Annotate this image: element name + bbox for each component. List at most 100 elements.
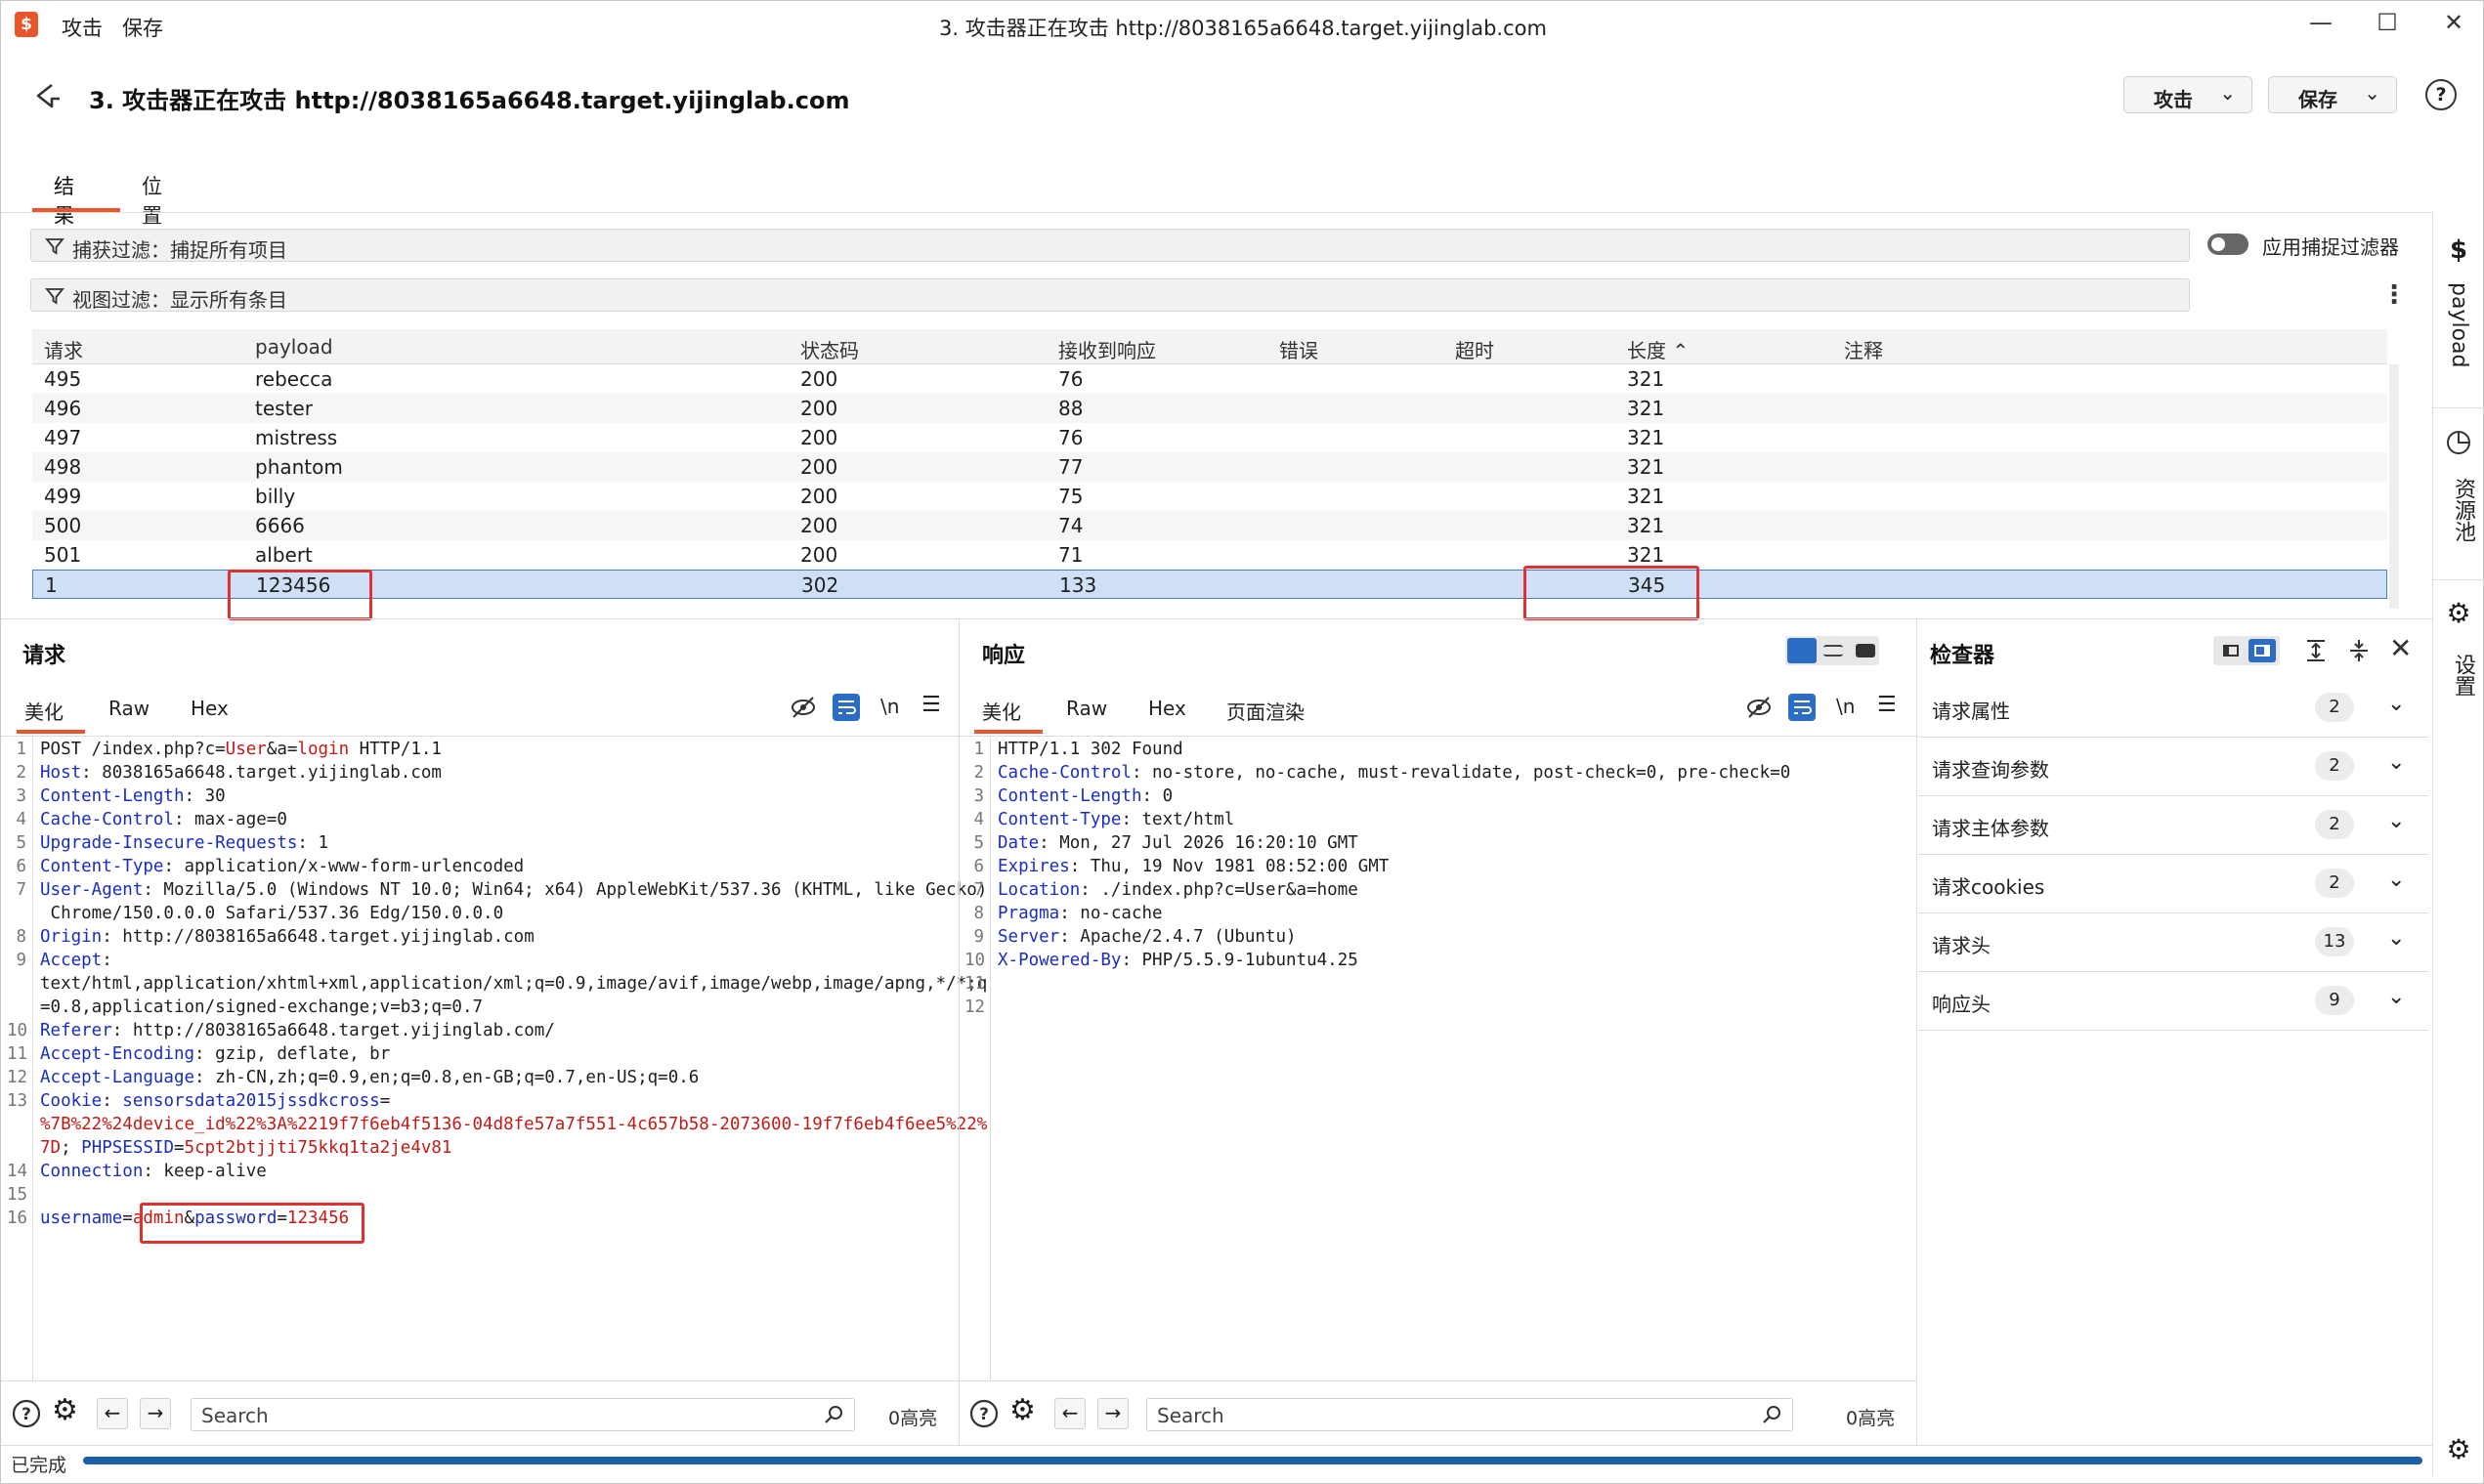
- code-line: text/html,application/xhtml+xml,applicat…: [40, 972, 987, 996]
- hide-nonprintable-icon[interactable]: [1744, 693, 1774, 722]
- col-timeout[interactable]: 超时: [1455, 335, 1494, 363]
- table-row[interactable]: 499 billy 200 75 321: [32, 482, 2387, 511]
- inspector-section-label: 响应头: [1932, 993, 1991, 1016]
- chevron-down-icon[interactable]: ⌄: [2387, 692, 2405, 716]
- table-row[interactable]: 501 albert 200 71 321: [32, 540, 2387, 570]
- col-response-received[interactable]: 接收到响应: [1058, 335, 1156, 363]
- inspector-right-icon[interactable]: [2248, 639, 2276, 662]
- inspector-section[interactable]: 请求属性 2 ⌄: [1918, 679, 2428, 738]
- wrap-lines-icon[interactable]: [1787, 693, 1817, 722]
- cell-resp: 133: [1059, 573, 1097, 597]
- capture-filter-bar[interactable]: 捕获过滤：捕捉所有项目: [30, 229, 2190, 262]
- request-search-input[interactable]: Search: [191, 1398, 855, 1431]
- col-request[interactable]: 请求: [44, 335, 83, 363]
- cell-req: 495: [44, 367, 82, 391]
- payload-icon[interactable]: $: [2445, 235, 2472, 265]
- sidebar-settings[interactable]: 设置: [2447, 654, 2478, 697]
- req-tab-hex[interactable]: Hex: [191, 697, 229, 720]
- view-filter-bar[interactable]: 视图过滤：显示所有条目: [30, 278, 2190, 312]
- side-by-side-layout-icon[interactable]: [1787, 638, 1817, 663]
- panel-divider[interactable]: [959, 619, 960, 1446]
- menu-icon[interactable]: ☰: [1877, 693, 1897, 717]
- table-scrollbar[interactable]: [2389, 364, 2399, 609]
- minimize-icon[interactable]: —: [2301, 9, 2340, 36]
- resp-tab-raw[interactable]: Raw: [1066, 697, 1107, 720]
- line-number: 11: [7, 1044, 28, 1064]
- inspector-section[interactable]: 请求查询参数 2 ⌄: [1918, 738, 2428, 796]
- prev-match-button[interactable]: ←: [97, 1398, 128, 1429]
- line-number: 12: [7, 1068, 28, 1087]
- chevron-down-icon[interactable]: ⌄: [2387, 809, 2405, 833]
- inspector-section[interactable]: 请求主体参数 2 ⌄: [1918, 796, 2428, 855]
- col-error[interactable]: 错误: [1279, 335, 1318, 363]
- line-number: 5: [973, 833, 984, 853]
- resp-tab-hex[interactable]: Hex: [1148, 697, 1186, 720]
- newline-toggle[interactable]: \n: [880, 695, 899, 718]
- help-icon[interactable]: ?: [11, 1398, 42, 1429]
- inspector-section[interactable]: 响应头 9 ⌄: [1918, 972, 2428, 1031]
- tab-positions[interactable]: 位置: [142, 171, 162, 230]
- hide-nonprintable-icon[interactable]: [789, 693, 818, 722]
- resp-tab-render[interactable]: 页面渲染: [1226, 697, 1305, 725]
- req-tab-raw[interactable]: Raw: [108, 697, 150, 720]
- code-token: : 30: [184, 786, 226, 806]
- menu-icon[interactable]: ☰: [921, 693, 941, 717]
- line-number: 6: [16, 857, 26, 876]
- inspector-left-icon[interactable]: [2217, 639, 2245, 662]
- attack-dropdown-button[interactable]: 攻击 ⌄: [2123, 76, 2252, 113]
- sidebar-payload[interactable]: payload: [2447, 282, 2471, 367]
- newline-toggle[interactable]: \n: [1836, 695, 1855, 718]
- table-row[interactable]: 500 6666 200 74 321: [32, 511, 2387, 540]
- table-row-selected[interactable]: 1 123456 302 133 345: [32, 570, 2387, 599]
- response-search-input[interactable]: Search: [1146, 1398, 1793, 1431]
- panel-divider[interactable]: [1916, 619, 1917, 1446]
- tab-results[interactable]: 结果: [54, 171, 74, 230]
- code-line: Pragma: no-cache: [998, 902, 1163, 925]
- resp-tab-pretty[interactable]: 美化: [982, 697, 1021, 725]
- close-inspector-icon[interactable]: ✕: [2389, 632, 2412, 664]
- maximize-icon[interactable]: ☐: [2368, 9, 2407, 36]
- next-match-button[interactable]: →: [1097, 1398, 1129, 1429]
- table-header: 请求 payload 状态码 接收到响应 错误 超时 长度 ⌃ 注释: [32, 329, 2387, 364]
- sidebar-resource-pool[interactable]: 资源池: [2447, 478, 2478, 542]
- more-options-icon[interactable]: ⋮: [2381, 280, 2407, 310]
- gear-icon[interactable]: ⚙: [2445, 1433, 2472, 1465]
- inspector-section[interactable]: 请求cookies 2 ⌄: [1918, 855, 2428, 913]
- col-comment[interactable]: 注释: [1844, 335, 1883, 363]
- search-icon: [1763, 1406, 1780, 1423]
- next-match-button[interactable]: →: [140, 1398, 171, 1429]
- table-row[interactable]: 498 phantom 200 77 321: [32, 452, 2387, 482]
- single-layout-icon[interactable]: [1856, 644, 1875, 657]
- col-length[interactable]: 长度 ⌃: [1627, 335, 1689, 363]
- prev-match-button[interactable]: ←: [1054, 1398, 1086, 1429]
- gear-icon[interactable]: ⚙: [52, 1396, 83, 1427]
- chevron-down-icon[interactable]: ⌄: [2387, 750, 2405, 775]
- help-icon[interactable]: ?: [2425, 79, 2457, 110]
- col-payload[interactable]: payload: [255, 335, 333, 359]
- wrap-lines-icon[interactable]: [832, 693, 861, 722]
- close-icon[interactable]: ✕: [2434, 9, 2473, 36]
- gear-icon[interactable]: ⚙: [1009, 1396, 1041, 1427]
- resource-pool-icon[interactable]: [2445, 429, 2472, 456]
- chevron-down-icon[interactable]: ⌄: [2387, 868, 2405, 892]
- chevron-down-icon[interactable]: ⌄: [2387, 985, 2405, 1009]
- expand-all-icon[interactable]: [2301, 636, 2331, 665]
- stacked-layout-icon[interactable]: [1823, 645, 1843, 657]
- table-row[interactable]: 496 tester 200 88 321: [32, 394, 2387, 423]
- line-number: 10: [7, 1021, 28, 1040]
- cell-payload: phantom: [255, 455, 343, 479]
- table-row[interactable]: 495 rebecca 200 76 321: [32, 364, 2387, 394]
- capture-filter-toggle[interactable]: [2207, 233, 2248, 255]
- settings-gear-icon[interactable]: ⚙: [2445, 597, 2472, 629]
- code-line: Cache-Control: max-age=0: [40, 808, 287, 831]
- save-dropdown-button[interactable]: 保存 ⌄: [2268, 76, 2397, 113]
- col-status[interactable]: 状态码: [800, 335, 859, 363]
- help-icon[interactable]: ?: [968, 1398, 1000, 1429]
- back-icon[interactable]: [30, 79, 64, 112]
- collapse-all-icon[interactable]: [2344, 636, 2374, 665]
- code-token: &a=: [266, 740, 298, 759]
- inspector-section[interactable]: 请求头 13 ⌄: [1918, 913, 2428, 972]
- req-tab-pretty[interactable]: 美化: [24, 697, 64, 725]
- chevron-down-icon[interactable]: ⌄: [2387, 926, 2405, 951]
- table-row[interactable]: 497 mistress 200 76 321: [32, 423, 2387, 452]
